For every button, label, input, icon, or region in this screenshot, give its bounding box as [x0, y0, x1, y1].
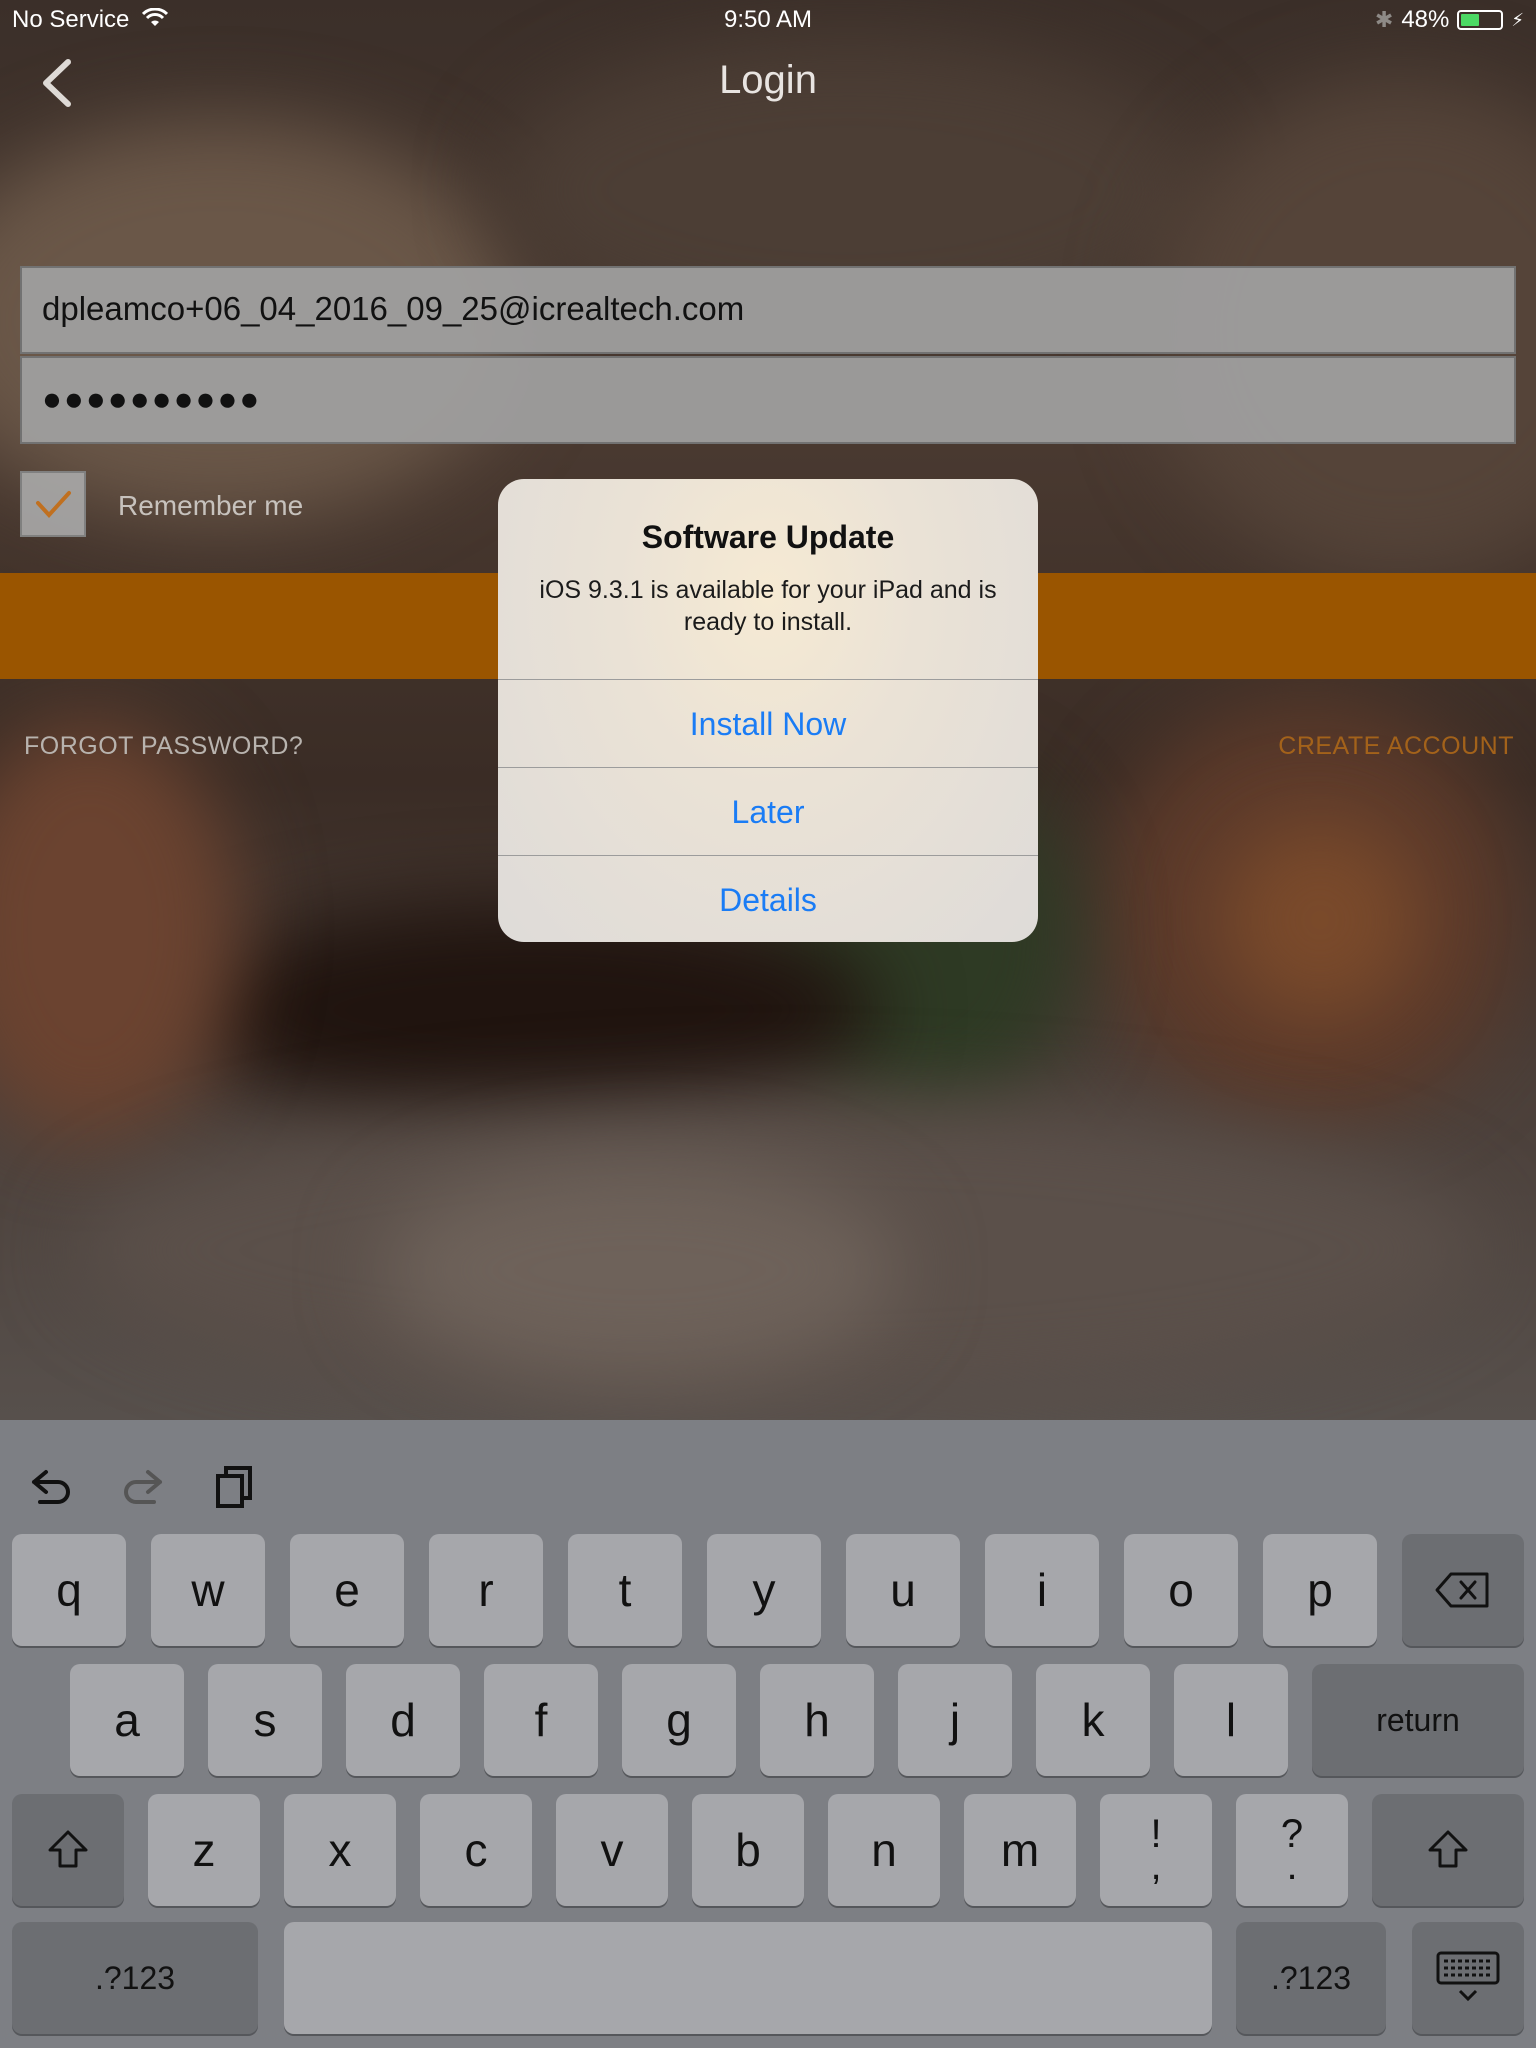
install-now-button[interactable]: Install Now [498, 679, 1038, 767]
key-j[interactable]: j [898, 1664, 1012, 1776]
key-exclaim-comma[interactable]: ! , [1100, 1794, 1212, 1906]
dismiss-keyboard-key[interactable] [1412, 1922, 1524, 2034]
key-x[interactable]: x [284, 1794, 396, 1906]
key-l[interactable]: l [1174, 1664, 1288, 1776]
key-m[interactable]: m [964, 1794, 1076, 1906]
undo-button[interactable] [26, 1462, 76, 1512]
password-field[interactable]: ●●●●●●●●●● [20, 356, 1516, 444]
email-value: dpleamco+06_04_2016_09_25@icrealtech.com [42, 290, 745, 327]
forgot-password-link[interactable]: FORGOT PASSWORD? [24, 732, 303, 761]
key-d[interactable]: d [346, 1664, 460, 1776]
key-b[interactable]: b [692, 1794, 804, 1906]
shift-key-left[interactable] [12, 1794, 124, 1906]
paste-button[interactable] [210, 1462, 260, 1512]
backspace-key[interactable] [1402, 1534, 1524, 1646]
key-c[interactable]: c [420, 1794, 532, 1906]
key-period-label: . [1286, 1844, 1298, 1888]
key-t[interactable]: t [568, 1534, 682, 1646]
email-field[interactable]: dpleamco+06_04_2016_09_25@icrealtech.com [20, 266, 1516, 354]
battery-percent: 48% [1401, 6, 1450, 33]
key-question-period[interactable]: ? . [1236, 1794, 1348, 1906]
bluetooth-icon: ✱ [1374, 7, 1394, 32]
key-comma-label: , [1150, 1844, 1162, 1888]
numbers-key-right[interactable]: .?123 [1236, 1922, 1386, 2034]
charging-icon: ⚡ [1511, 9, 1524, 30]
battery-level [1461, 14, 1480, 26]
page-title: Login [719, 58, 817, 102]
status-bar: No Service 9:50 AM ✱ 48% ⚡ [0, 0, 1536, 40]
key-k[interactable]: k [1036, 1664, 1150, 1776]
alert-message: iOS 9.3.1 is available for your iPad and… [539, 576, 997, 636]
create-account-link[interactable]: CREATE ACCOUNT [1278, 732, 1514, 761]
keyboard: q w e r t y u i o p a s d f g h j k l re… [0, 1420, 1536, 2048]
paste-icon [216, 1466, 252, 1508]
undo-icon [32, 1470, 70, 1504]
key-w[interactable]: w [151, 1534, 265, 1646]
return-key[interactable]: return [1312, 1664, 1524, 1776]
key-f[interactable]: f [484, 1664, 598, 1776]
shift-icon [1428, 1830, 1468, 1868]
key-q[interactable]: q [12, 1534, 126, 1646]
key-v[interactable]: v [556, 1794, 668, 1906]
key-o[interactable]: o [1124, 1534, 1238, 1646]
software-update-alert: Software Update iOS 9.3.1 is available f… [498, 479, 1038, 942]
delete-icon [1435, 1572, 1489, 1608]
clock: 9:50 AM [723, 6, 813, 33]
key-n[interactable]: n [828, 1794, 940, 1906]
key-e[interactable]: e [290, 1534, 404, 1646]
space-bar[interactable] [284, 1922, 1212, 2034]
remember-me-label: Remember me [118, 490, 304, 521]
redo-button[interactable] [118, 1462, 168, 1512]
key-z[interactable]: z [148, 1794, 260, 1906]
checkmark-icon [36, 491, 71, 518]
details-button[interactable]: Details [498, 855, 1038, 942]
battery-icon [1457, 10, 1504, 30]
password-value: ●●●●●●●●●● [42, 380, 262, 417]
key-u[interactable]: u [846, 1534, 960, 1646]
alert-title: Software Update [641, 519, 895, 555]
key-y[interactable]: y [707, 1534, 821, 1646]
key-i[interactable]: i [985, 1534, 1099, 1646]
numbers-key-left[interactable]: .?123 [12, 1922, 258, 2034]
shift-icon [48, 1830, 88, 1868]
key-a[interactable]: a [70, 1664, 184, 1776]
key-p[interactable]: p [1263, 1534, 1377, 1646]
keyboard-dismiss-icon [1436, 1951, 1500, 2002]
remember-me-checkbox[interactable] [20, 471, 86, 537]
redo-icon [124, 1470, 162, 1504]
key-r[interactable]: r [429, 1534, 543, 1646]
key-h[interactable]: h [760, 1664, 874, 1776]
later-button[interactable]: Later [498, 767, 1038, 855]
shift-key-right[interactable] [1372, 1794, 1524, 1906]
key-s[interactable]: s [208, 1664, 322, 1776]
key-g[interactable]: g [622, 1664, 736, 1776]
